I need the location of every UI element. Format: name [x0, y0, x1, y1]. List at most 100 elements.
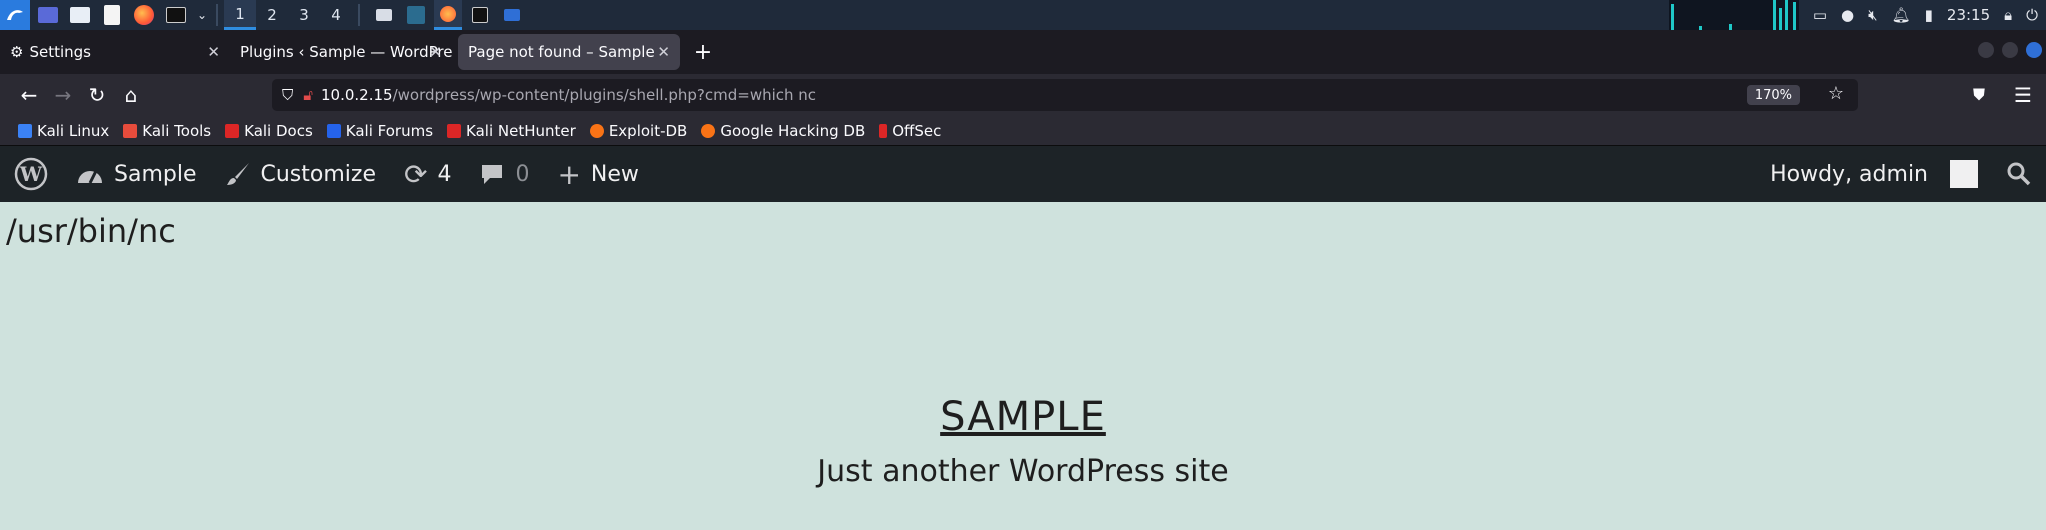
desktop-icon[interactable]	[34, 2, 62, 28]
bookmark-label: Exploit-DB	[608, 121, 688, 140]
bookmark-kali-tools[interactable]: Kali Tools	[123, 122, 211, 140]
app-window-icon[interactable]	[402, 2, 430, 28]
maximize-button[interactable]	[2002, 42, 2018, 58]
bookmark-label: Kali Tools	[142, 121, 212, 140]
navigation-bar: ← → ↻ ⌂ ⛉ 🔓︎ 10.0.2.15/wordpress/wp-cont…	[0, 74, 2046, 116]
url-host: 10.0.2.15	[321, 86, 393, 104]
bookmark-label: Kali Docs	[244, 121, 313, 140]
close-icon[interactable]: ✕	[429, 43, 442, 61]
tab-label: Plugins ‹ Sample — WordPre	[240, 43, 452, 61]
plus-icon: +	[557, 157, 581, 191]
tab-plugins[interactable]: Plugins ‹ Sample — WordPre ✕	[230, 34, 452, 70]
bookmark-kali-forums[interactable]: Kali Forums	[326, 121, 434, 140]
folder-icon[interactable]	[498, 2, 526, 28]
url-path: /wordpress/wp-content/plugins/shell.php?…	[392, 86, 817, 104]
workspace-3[interactable]: 3	[288, 0, 320, 30]
bookmark-label: Kali Forums	[345, 121, 434, 140]
kali-forums-icon	[326, 123, 341, 138]
wp-admin-bar: W Sample Customize ⟳ 4 0 + New Howdy, ad…	[0, 146, 2046, 202]
kali-tools-icon	[123, 123, 138, 138]
zoom-level[interactable]: 170%	[1746, 85, 1800, 105]
window-icon[interactable]	[370, 2, 398, 28]
clock[interactable]: 23:15	[1947, 6, 1990, 24]
divider	[216, 4, 218, 26]
site-name: Sample	[114, 161, 197, 187]
wordpress-icon: W	[14, 157, 48, 191]
wp-logo-button[interactable]: W	[0, 146, 62, 202]
bookmark-kali-linux[interactable]: Kali Linux	[18, 122, 109, 140]
workspace-4[interactable]: 4	[320, 0, 352, 30]
site-title-link[interactable]: SAMPLE	[0, 394, 2046, 440]
command-output: /usr/bin/nc	[6, 212, 176, 250]
forward-button[interactable]: →	[46, 78, 80, 112]
comments-button[interactable]: 0	[465, 146, 543, 202]
search-icon	[2007, 162, 2031, 186]
text-editor-icon[interactable]	[98, 2, 126, 28]
svg-text:W: W	[19, 162, 43, 186]
network-icon[interactable]: ●	[1841, 6, 1854, 24]
new-label: New	[590, 161, 639, 187]
minimize-button[interactable]	[1978, 42, 1994, 58]
bookmark-label: Kali NetHunter	[466, 121, 576, 140]
firefox-window-icon[interactable]	[434, 0, 462, 30]
comments-count: 0	[515, 161, 530, 187]
power-icon[interactable]: ⏻	[2026, 6, 2038, 24]
nethunter-icon	[447, 123, 462, 138]
workspace-1[interactable]: 1	[224, 0, 256, 30]
bell-icon[interactable]: 🔔︎	[1892, 6, 1911, 24]
workspace-2[interactable]: 2	[256, 0, 288, 30]
lock-icon[interactable]: 🔒︎	[2004, 6, 2012, 24]
bookmark-exploit-db[interactable]: Exploit-DB	[589, 121, 688, 140]
paintbrush-icon	[226, 163, 249, 185]
close-icon[interactable]: ✕	[657, 43, 670, 61]
account-menu[interactable]: Howdy, admin	[1756, 146, 1992, 202]
shield-icon[interactable]: ⛉	[282, 86, 293, 104]
dashboard-icon	[78, 170, 102, 184]
updates-button[interactable]: ⟳ 4	[390, 146, 465, 202]
bookmark-google-hacking-db[interactable]: Google Hacking DB	[701, 122, 865, 140]
new-tab-button[interactable]: +	[686, 35, 720, 69]
customize-button[interactable]: Customize	[211, 146, 390, 202]
menu-icon[interactable]: ☰	[2006, 78, 2040, 112]
close-window-button[interactable]	[2026, 42, 2042, 58]
kali-docs-icon	[225, 123, 240, 138]
mute-icon[interactable]: 🔇︎	[1868, 6, 1877, 24]
exploit-db-icon	[589, 123, 604, 138]
bookmarks-toolbar: Kali Linux Kali Tools Kali Docs Kali For…	[0, 116, 2046, 146]
search-button[interactable]	[1992, 146, 2046, 202]
firefox-icon[interactable]	[130, 2, 158, 28]
file-manager-icon[interactable]	[66, 2, 94, 28]
kali-linux-icon	[18, 123, 32, 138]
bookmark-label: OffSec	[892, 121, 942, 140]
updates-icon: ⟳	[403, 157, 428, 191]
new-content-button[interactable]: + New	[543, 146, 652, 202]
site-name-menu[interactable]: Sample	[62, 146, 211, 202]
tab-page-not-found[interactable]: Page not found – Sample ✕	[458, 34, 680, 70]
terminal-icon[interactable]	[162, 2, 190, 28]
home-button[interactable]: ⌂	[114, 78, 148, 112]
gear-icon: ⚙	[10, 43, 24, 61]
bookmark-offsec[interactable]: OffSec	[879, 122, 941, 140]
bookmark-label: Google Hacking DB	[720, 121, 866, 140]
back-button[interactable]: ←	[12, 78, 46, 112]
chevron-down-icon[interactable]: ⌄	[194, 2, 210, 28]
lock-icon[interactable]: 🔓︎	[303, 86, 313, 104]
kali-menu-icon[interactable]	[0, 0, 30, 30]
divider	[358, 4, 360, 26]
browser-tab-bar: ⚙ Settings ✕ Plugins ‹ Sample — WordPre …	[0, 30, 2046, 74]
bookmark-star-icon[interactable]: ☆	[1828, 83, 1844, 104]
avatar	[1950, 160, 1978, 188]
bookmark-kali-docs[interactable]: Kali Docs	[225, 122, 313, 140]
close-icon[interactable]: ✕	[207, 43, 220, 61]
reload-button[interactable]: ↻	[80, 78, 114, 112]
url-bar[interactable]: ⛉ 🔓︎ 10.0.2.15/wordpress/wp-content/plug…	[272, 79, 1858, 111]
terminal-window-icon[interactable]	[466, 2, 494, 28]
pocket-icon[interactable]: ⛊	[1962, 78, 1996, 112]
tab-settings[interactable]: ⚙ Settings ✕	[0, 34, 230, 70]
notes-icon[interactable]: ▭	[1813, 6, 1827, 24]
battery-icon[interactable]: ▮	[1925, 6, 1933, 24]
bookmark-kali-nethunter[interactable]: Kali NetHunter	[447, 122, 576, 140]
page-content: /usr/bin/nc SAMPLE Just another WordPres…	[0, 202, 2046, 530]
offsec-icon	[879, 123, 888, 138]
comment-icon	[482, 165, 503, 184]
